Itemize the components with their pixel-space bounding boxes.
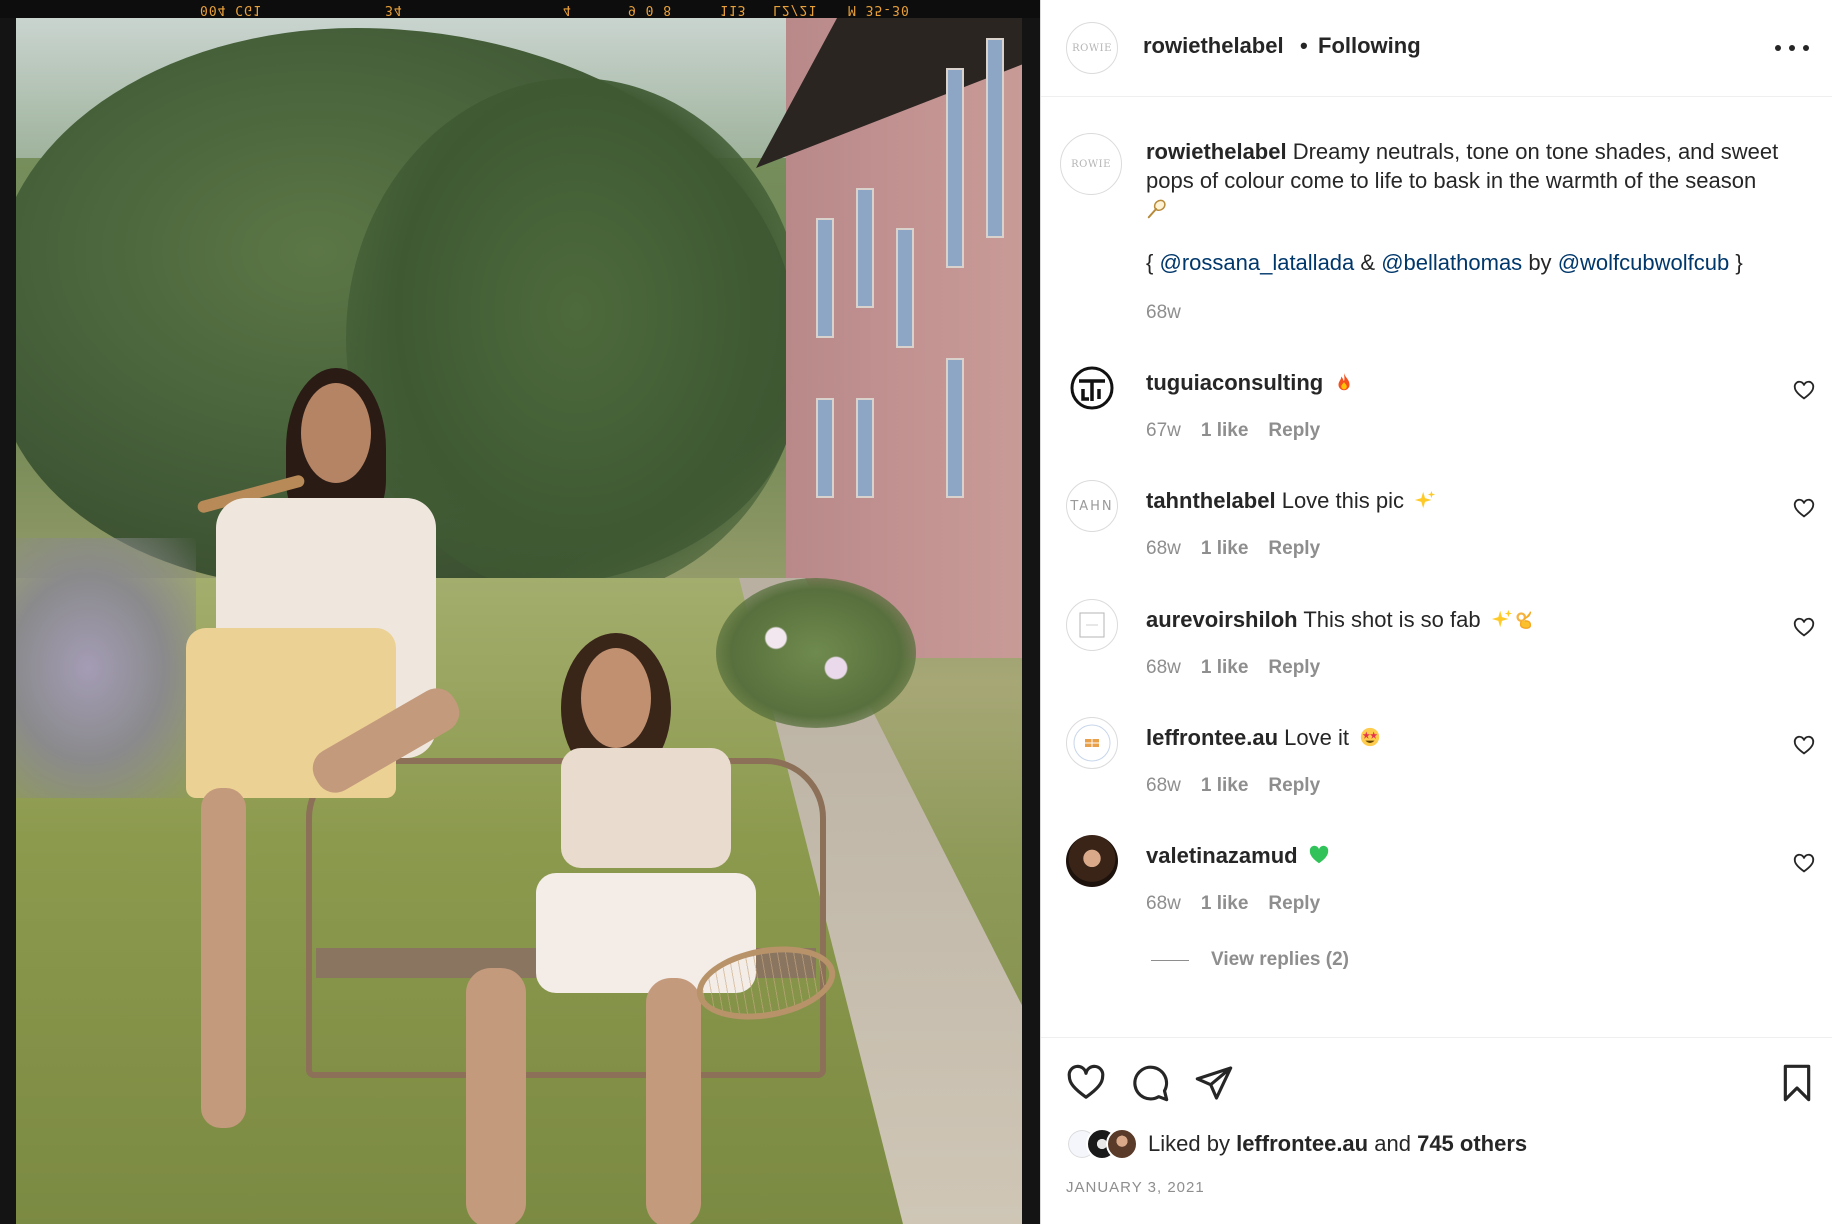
film-code: M 35-30 [848,2,910,17]
comment-meta: 68w 1 like Reply [1146,893,1320,915]
comment-time[interactable]: 68w [1146,893,1181,915]
film-code: 113 [720,2,747,17]
reply-button[interactable]: Reply [1268,420,1320,442]
comment-likes[interactable]: 1 like [1201,657,1249,679]
sparkles-emoji-icon [1491,609,1512,628]
comment-bubble-icon[interactable] [1130,1063,1170,1103]
likes-text: Liked by leffrontee.au and 745 others [1148,1131,1528,1156]
film-code: 9 0 8 [628,2,673,17]
like-comment-heart-icon[interactable] [1793,735,1815,757]
comment-time[interactable]: 67w [1146,420,1181,442]
like-comment-heart-icon[interactable] [1793,380,1815,402]
post-photo-panel[interactable]: 004 CG1 34 4 9 0 8 113 L2/21 M 35-30 [0,0,1040,1224]
comment-likes[interactable]: 1 like [1201,775,1249,797]
commenter-avatar[interactable] [1066,362,1118,414]
mention-link[interactable]: @bellathomas [1381,250,1522,275]
comment-meta: 68w 1 like Reply [1146,538,1320,560]
comment-time[interactable]: 68w [1146,538,1181,560]
film-code: 34 [385,2,403,17]
likes-summary: Liked by leffrontee.au and 745 others [1066,1126,1527,1162]
following-button[interactable]: Following [1318,33,1421,59]
comments-section[interactable]: ROWIE rowiethelabel Dreamy neutrals, ton… [1041,97,1832,1037]
comment-text: tahnthelabel Love this pic [1146,488,1436,514]
comment-text: aurevoirshiloh This shot is so fab [1146,607,1535,633]
tennis-racket-emoji-icon [1147,199,1166,219]
comment-time[interactable]: 68w [1146,657,1181,679]
ok-hand-emoji-icon [1516,611,1531,629]
post-side-panel: ROWIE rowiethelabel • Following ROWIE ro… [1040,0,1832,1224]
square-logo-icon [1079,612,1105,638]
commenter-avatar[interactable] [1066,599,1118,651]
reply-button[interactable]: Reply [1268,893,1320,915]
top-liker-link[interactable]: leffrontee.au [1236,1131,1368,1156]
comment-meta: 68w 1 like Reply [1146,657,1320,679]
post-date[interactable]: JANUARY 3, 2021 [1066,1179,1205,1196]
comment-item: aurevoirshiloh This shot is so fab 68w 1… [1041,599,1832,709]
reply-button[interactable]: Reply [1268,538,1320,560]
gtc-logo-icon [1070,366,1114,410]
commenter-username[interactable]: leffrontee.au [1146,725,1278,750]
commenter-avatar[interactable] [1066,717,1118,769]
comment-text: leffrontee.au Love it [1146,725,1381,751]
leffrontee-logo-icon [1073,724,1111,762]
caption-avatar[interactable]: ROWIE [1060,133,1122,195]
caption-timestamp[interactable]: 68w [1146,302,1181,324]
fire-emoji-icon [1338,372,1350,391]
like-heart-icon[interactable] [1066,1063,1106,1103]
likes-count-link[interactable]: 745 others [1417,1131,1527,1156]
comment-meta: 67w 1 like Reply [1146,420,1320,442]
view-replies-label: View replies (2) [1211,949,1349,970]
commenter-username[interactable]: valetinazamud [1146,843,1298,868]
author-avatar[interactable]: ROWIE [1066,22,1118,74]
caption-username[interactable]: rowiethelabel [1146,139,1287,164]
comment-likes[interactable]: 1 like [1201,420,1249,442]
comment-likes[interactable]: 1 like [1201,538,1249,560]
film-strip: 004 CG1 34 4 9 0 8 113 L2/21 M 35-30 [0,0,1040,18]
like-comment-heart-icon[interactable] [1793,617,1815,639]
comment-item: leffrontee.au Love it 68w 1 like Reply [1041,717,1832,827]
comment-meta: 68w 1 like Reply [1146,775,1320,797]
mention-link[interactable]: @rossana_latallada [1159,250,1354,275]
save-bookmark-icon[interactable] [1777,1063,1817,1103]
star-struck-emoji-icon [1360,727,1380,747]
separator-dot: • [1300,33,1308,58]
comment-text: tuguiaconsulting [1146,370,1355,396]
film-code: L2/21 [773,2,818,17]
commenter-avatar[interactable] [1066,835,1118,887]
commenter-username[interactable]: tahnthelabel [1146,488,1276,513]
green-heart-emoji-icon [1309,845,1328,864]
film-code: 4 [563,2,572,17]
post-header: ROWIE rowiethelabel • Following [1041,0,1832,97]
reply-button[interactable]: Reply [1268,775,1320,797]
comment-item: tuguiaconsulting 67w 1 like Reply [1041,362,1832,472]
post-image[interactable] [16,18,1022,1224]
film-code: 004 CG1 [200,2,262,17]
comment-text: valetinazamud [1146,843,1330,869]
comment-item: TAHN tahnthelabel Love this pic 68w 1 li… [1041,480,1832,590]
replies-divider [1151,959,1189,961]
liker-avatar [1106,1128,1138,1160]
comment-likes[interactable]: 1 like [1201,893,1249,915]
comment-time[interactable]: 68w [1146,775,1181,797]
more-options-icon[interactable] [1775,38,1809,58]
sparkles-emoji-icon [1415,490,1436,509]
like-comment-heart-icon[interactable] [1793,498,1815,520]
share-send-icon[interactable] [1194,1063,1234,1103]
mention-link[interactable]: @wolfcubwolfcub [1558,250,1730,275]
post-caption: rowiethelabel Dreamy neutrals, tone on t… [1146,137,1816,224]
reply-button[interactable]: Reply [1268,657,1320,679]
view-replies-button[interactable]: View replies (2) [1151,949,1349,971]
credits-line: { @rossana_latallada & @bellathomas by @… [1146,250,1743,275]
commenter-username[interactable]: aurevoirshiloh [1146,607,1298,632]
commenter-username[interactable]: tuguiaconsulting [1146,370,1323,395]
post-actions: Liked by leffrontee.au and 745 others JA… [1041,1037,1832,1224]
comment-item: valetinazamud 68w 1 like Reply [1041,835,1832,945]
like-comment-heart-icon[interactable] [1793,853,1815,875]
commenter-avatar[interactable]: TAHN [1066,480,1118,532]
author-username[interactable]: rowiethelabel [1143,33,1284,59]
